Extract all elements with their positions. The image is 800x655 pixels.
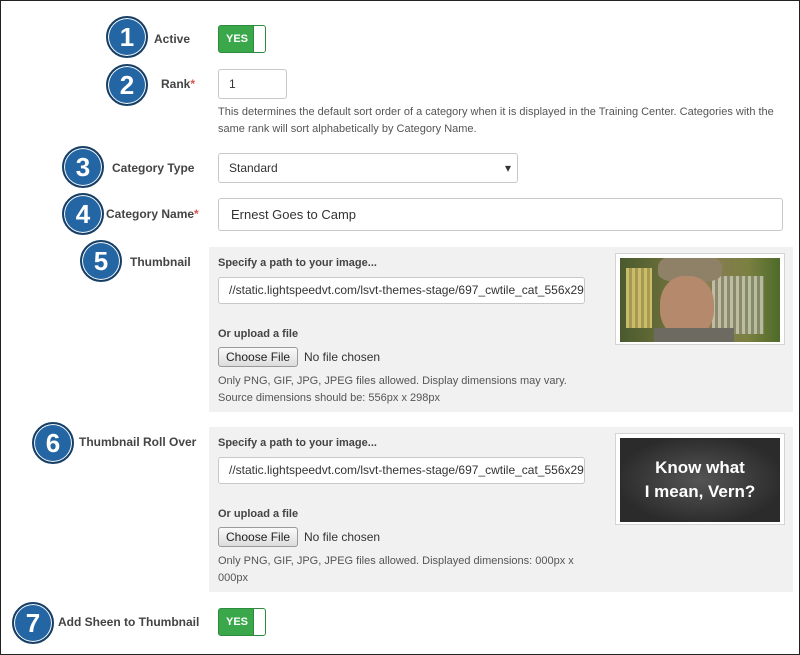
- thumbnail-path-input[interactable]: //static.lightspeedvt.com/lsvt-themes-st…: [218, 277, 585, 304]
- rollover-image-line: I mean, Vern?: [644, 482, 756, 501]
- thumbnail-choose-file-button[interactable]: Choose File: [218, 347, 299, 367]
- rollover-image-line: Know what: [655, 458, 745, 477]
- category-name-label-text: Category Name: [106, 207, 195, 221]
- photo-thumbnail-icon: [620, 258, 780, 342]
- thumbnail-help-line: Source dimensions should be: 556px x 298…: [218, 392, 440, 404]
- rollover-help-text: Only PNG, GIF, JPG, JPEG files allowed. …: [218, 553, 588, 587]
- required-mark: *: [194, 207, 199, 221]
- category-name-input[interactable]: Ernest Goes to Camp: [218, 198, 783, 231]
- rollover-label: Thumbnail Roll Over: [79, 435, 197, 449]
- toggle-knob: [253, 609, 265, 635]
- step-badge-2: 2: [106, 64, 148, 106]
- chevron-down-icon: ▾: [504, 161, 511, 175]
- thumbnail-upload-title: Or upload a file: [218, 328, 299, 340]
- toggle-knob: [253, 26, 265, 52]
- rank-help-text: This determines the default sort order o…: [218, 106, 774, 135]
- rollover-no-file-text: No file chosen: [304, 530, 381, 544]
- rollover-help-line: Only PNG, GIF, JPG, JPEG files allowed. …: [218, 555, 574, 567]
- required-mark: *: [190, 77, 196, 91]
- thumbnail-label: Thumbnail: [130, 255, 191, 269]
- category-type-select[interactable]: Standard ▾: [218, 153, 518, 183]
- step-badge-7: 7: [12, 602, 54, 644]
- rollover-image: Know what I mean, Vern?: [620, 438, 780, 522]
- rollover-help-line: 000px: [218, 572, 248, 584]
- rollover-preview: Know what I mean, Vern?: [615, 433, 785, 525]
- category-type-value: Standard: [229, 161, 278, 175]
- rank-input[interactable]: 1: [218, 69, 287, 99]
- step-badge-4: 4: [62, 193, 104, 235]
- sheen-toggle-text: YES: [225, 616, 248, 628]
- active-toggle-text: YES: [225, 33, 248, 45]
- active-toggle[interactable]: YES: [218, 25, 266, 53]
- sheen-toggle[interactable]: YES: [218, 608, 266, 636]
- rollover-upload-title: Or upload a file: [218, 508, 299, 520]
- thumbnail-help-text: Only PNG, GIF, JPG, JPEG files allowed. …: [218, 373, 588, 407]
- rank-label: Rank*: [161, 77, 195, 91]
- step-badge-1: 1: [106, 16, 148, 58]
- sheen-label: Add Sheen to Thumbnail: [58, 615, 200, 629]
- thumbnail-preview: [615, 253, 785, 345]
- thumbnail-help-line: Only PNG, GIF, JPG, JPEG files allowed. …: [218, 375, 567, 387]
- active-label: Active: [154, 32, 191, 46]
- rollover-panel: Specify a path to your image... //static…: [209, 427, 793, 592]
- rollover-path-input[interactable]: //static.lightspeedvt.com/lsvt-themes-st…: [218, 457, 585, 484]
- category-name-label: Category Name*: [106, 207, 199, 221]
- thumbnail-path-title: Specify a path to your image...: [218, 257, 377, 269]
- step-badge-6: 6: [32, 422, 74, 464]
- rank-label-text: Rank: [161, 77, 191, 91]
- step-badge-3: 3: [62, 146, 104, 188]
- thumbnail-panel: Specify a path to your image... //static…: [209, 247, 793, 412]
- category-type-label: Category Type: [112, 161, 195, 175]
- step-badge-5: 5: [80, 240, 122, 282]
- rollover-choose-file-button[interactable]: Choose File: [218, 527, 299, 547]
- rollover-path-title: Specify a path to your image...: [218, 437, 377, 449]
- thumbnail-no-file-text: No file chosen: [304, 350, 381, 364]
